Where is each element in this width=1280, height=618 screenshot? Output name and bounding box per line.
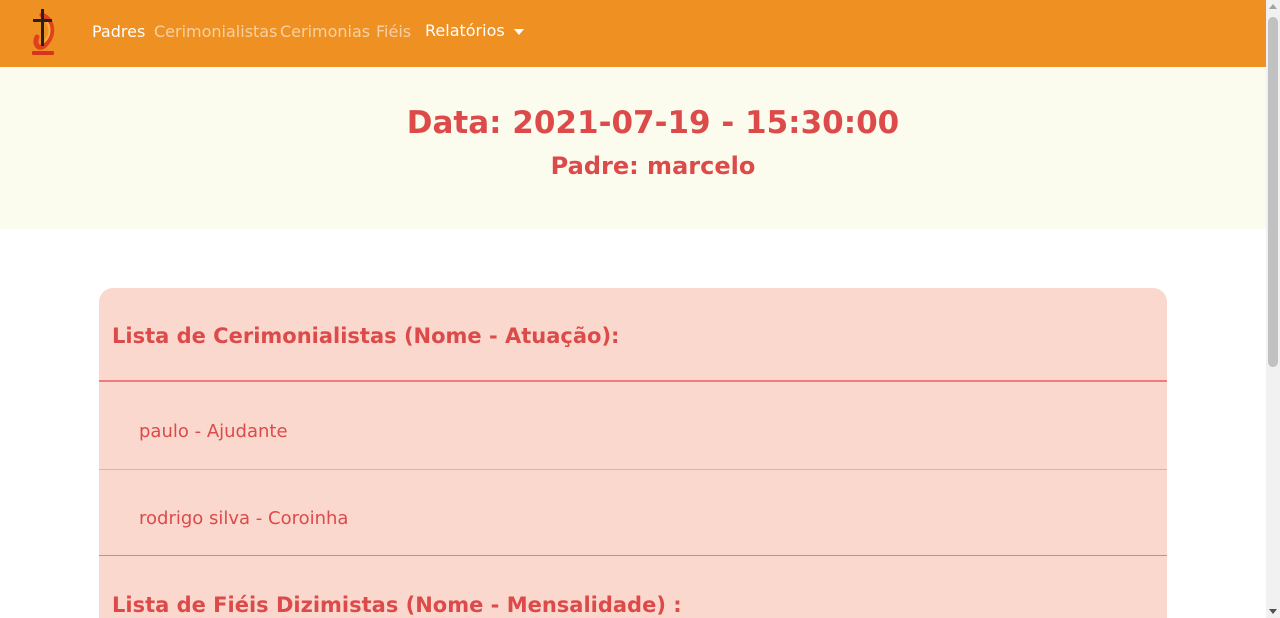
scroll-down-arrow-icon[interactable] xyxy=(1269,609,1277,614)
nav-link-fieis[interactable]: Fiéis xyxy=(376,22,411,42)
list-divider xyxy=(99,469,1167,470)
page: Padres Cerimonialistas Cerimonias Fiéis … xyxy=(0,0,1266,618)
header-divider xyxy=(99,380,1167,382)
ceremony-details-card: Lista de Cerimonialistas (Nome - Atuação… xyxy=(99,288,1167,618)
scroll-up-arrow-icon[interactable] xyxy=(1269,4,1277,9)
nav-link-cerimonialistas[interactable]: Cerimonialistas xyxy=(154,22,277,42)
list-item: paulo - Ajudante xyxy=(139,421,288,442)
nav-dropdown-relatorios[interactable]: Relatórios xyxy=(425,21,524,41)
cerimonialistas-list-header: Lista de Cerimonialistas (Nome - Atuação… xyxy=(112,324,620,348)
caret-down-icon xyxy=(513,28,524,35)
nav-link-padres[interactable]: Padres xyxy=(92,22,145,42)
navbar: Padres Cerimonialistas Cerimonias Fiéis … xyxy=(0,0,1266,67)
nav-link-cerimonias[interactable]: Cerimonias xyxy=(280,22,370,42)
fieis-list-header: Lista de Fiéis Dizimistas (Nome - Mensal… xyxy=(112,593,682,617)
header-jumbotron: Data: 2021-07-19 - 15:30:00 Padre: marce… xyxy=(0,67,1266,229)
vertical-scrollbar[interactable] xyxy=(1266,0,1280,618)
scrollbar-thumb[interactable] xyxy=(1268,17,1278,367)
cross-logo-icon[interactable] xyxy=(26,6,60,60)
section-divider xyxy=(99,555,1167,556)
ceremony-padre-title: Padre: marcelo xyxy=(550,152,756,180)
nav-dropdown-label: Relatórios xyxy=(425,21,505,40)
ceremony-date-title: Data: 2021-07-19 - 15:30:00 xyxy=(406,105,900,141)
list-item: rodrigo silva - Coroinha xyxy=(139,508,349,529)
